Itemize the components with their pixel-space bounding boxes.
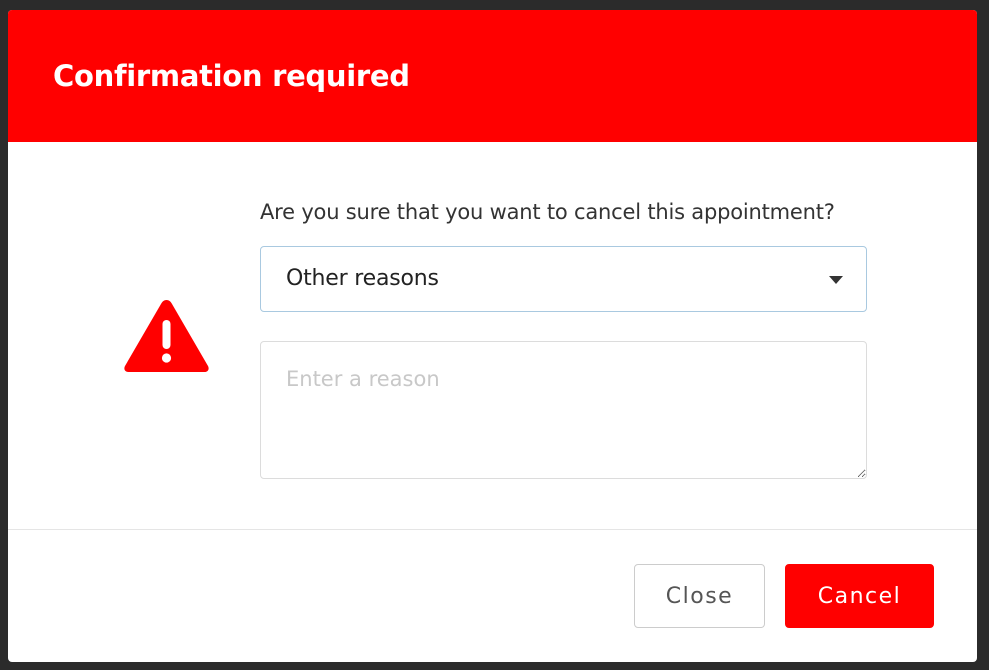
confirmation-question: Are you sure that you want to cancel thi…: [260, 200, 835, 224]
dialog-header: Confirmation required: [8, 10, 977, 142]
reason-textarea[interactable]: [260, 341, 867, 479]
confirmation-dialog: Confirmation required Are you sure that …: [8, 10, 977, 662]
warning-icon: [124, 300, 209, 372]
footer-divider: [8, 529, 977, 530]
reason-select-value: Other reasons: [286, 266, 439, 291]
reason-select[interactable]: Other reasons: [260, 246, 867, 312]
cancel-appointment-button[interactable]: Cancel: [785, 564, 934, 628]
close-button[interactable]: Close: [634, 564, 765, 628]
caret-down-icon[interactable]: [829, 276, 843, 284]
dialog-title: Confirmation required: [53, 59, 410, 93]
